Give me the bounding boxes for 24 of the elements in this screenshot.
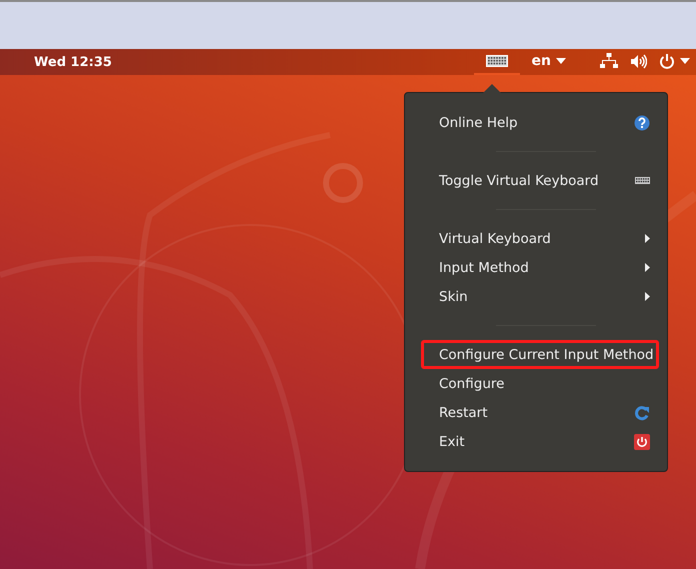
menu-item[interactable]: Configure Current Input Method <box>421 340 659 369</box>
menu-item[interactable]: Input Method <box>421 253 659 282</box>
menu-item[interactable]: Virtual Keyboard <box>421 224 659 253</box>
power-icon <box>634 434 650 450</box>
language-indicator[interactable]: en <box>526 49 572 75</box>
keyboard-icon <box>635 177 650 184</box>
keyboard-icon <box>486 55 508 67</box>
caret-icon <box>680 58 690 64</box>
submenu-arrow-icon <box>645 292 650 301</box>
volume-icon <box>630 54 647 68</box>
network-icon <box>600 53 618 69</box>
refresh-icon <box>634 404 650 420</box>
menu-item[interactable]: Configure <box>421 369 659 398</box>
menu-item[interactable]: Online Help <box>421 108 659 137</box>
menu-item[interactable]: Skin <box>421 282 659 311</box>
power-icon <box>659 53 675 69</box>
caret-icon <box>556 58 566 64</box>
menu-item[interactable]: Restart <box>421 398 659 427</box>
submenu-arrow-icon <box>645 234 650 243</box>
help-icon <box>634 114 650 130</box>
clock[interactable]: Wed 12:35 <box>34 54 112 70</box>
menu-item[interactable]: Toggle Virtual Keyboard <box>421 166 659 195</box>
menu-item[interactable]: Exit <box>421 427 659 456</box>
submenu-arrow-icon <box>645 263 650 272</box>
